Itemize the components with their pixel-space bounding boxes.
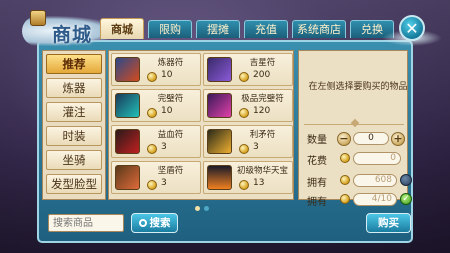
coin-icon xyxy=(147,72,157,82)
quantity-label: 数量 xyxy=(307,135,327,146)
item-name: 炼器符 xyxy=(157,58,184,68)
coin-icon xyxy=(147,180,157,190)
search-button[interactable]: 搜索 xyxy=(131,213,178,233)
item-slot[interactable]: 炼器符 10 xyxy=(111,53,201,86)
talisman-icon xyxy=(207,129,232,154)
own-label: 拥有 xyxy=(307,178,327,189)
own-label: 拥有 xyxy=(307,197,327,208)
category-mount[interactable]: 坐骑 xyxy=(46,150,102,170)
item-slot[interactable]: 益血符 3 xyxy=(111,125,201,158)
page-dot-active[interactable] xyxy=(195,206,200,211)
owned-count-field: 4/10 xyxy=(353,193,397,206)
category-hair-face[interactable]: 发型脸型 xyxy=(46,174,102,194)
item-price: 200 xyxy=(253,70,271,80)
item-price: 10 xyxy=(161,70,173,80)
coin-icon xyxy=(340,153,350,163)
increase-button[interactable]: + xyxy=(391,132,405,146)
coin-icon xyxy=(239,144,249,154)
item-name: 初级物华天宝 xyxy=(236,166,288,176)
coin-icon xyxy=(340,175,350,185)
item-name: 吉星符 xyxy=(249,58,276,68)
coin-icon xyxy=(239,180,249,190)
page-title: 商城 xyxy=(52,24,93,46)
category-fashion[interactable]: 时装 xyxy=(46,126,102,146)
item-name: 利矛符 xyxy=(249,130,276,140)
item-price: 10 xyxy=(161,106,173,116)
item-price: 120 xyxy=(253,106,271,116)
item-price: 3 xyxy=(161,142,167,152)
item-slot[interactable]: 初级物华天宝 13 xyxy=(203,161,293,194)
talisman-icon xyxy=(207,93,232,118)
coin-icon xyxy=(147,108,157,118)
coin-icon xyxy=(340,194,350,204)
item-slot[interactable]: 坚盾符 3 xyxy=(111,161,201,194)
item-name: 完璧符 xyxy=(157,94,184,104)
category-infuse[interactable]: 灌注 xyxy=(46,102,102,122)
decrease-button[interactable]: − xyxy=(337,132,351,146)
tab-limited[interactable]: 限购 xyxy=(148,20,192,38)
coin-icon xyxy=(147,144,157,154)
close-button[interactable]: ✕ xyxy=(399,15,425,41)
owned-currency-field: 608 xyxy=(353,174,397,187)
item-price: 3 xyxy=(161,178,167,188)
item-slot[interactable]: 利矛符 3 xyxy=(203,125,293,158)
quantity-field[interactable]: 0 xyxy=(353,132,389,145)
item-price: 3 xyxy=(253,142,259,152)
buy-button[interactable]: 购买 xyxy=(366,213,411,233)
talisman-icon xyxy=(115,129,140,154)
item-name: 极品完璧符 xyxy=(241,94,284,104)
search-icon xyxy=(138,219,147,227)
talisman-icon xyxy=(207,57,232,82)
crest-icon xyxy=(30,10,46,26)
category-refine[interactable]: 炼器 xyxy=(46,78,102,98)
currency-status-icon xyxy=(400,174,412,186)
talisman-icon xyxy=(115,93,140,118)
tab-recharge[interactable]: 充值 xyxy=(244,20,288,38)
item-name: 坚盾符 xyxy=(157,166,184,176)
category-list: 推荐 炼器 灌注 时装 坐骑 发型脸型 xyxy=(42,50,106,200)
close-icon: ✕ xyxy=(405,19,419,38)
selection-hint: 在左侧选择要购买的物品 xyxy=(308,82,408,92)
item-price: 13 xyxy=(253,178,265,188)
category-recommended[interactable]: 推荐 xyxy=(46,54,102,74)
tab-system-store[interactable]: 系统商店 xyxy=(292,20,346,38)
page-dot[interactable] xyxy=(204,206,209,211)
coin-icon xyxy=(239,72,249,82)
coin-icon xyxy=(239,108,249,118)
cost-field: 0 xyxy=(353,152,401,165)
talisman-icon xyxy=(115,57,140,82)
talisman-icon xyxy=(115,165,140,190)
search-button-label: 搜索 xyxy=(149,217,171,229)
tab-stall[interactable]: 摆摊 xyxy=(196,20,240,38)
item-slot[interactable]: 极品完璧符 120 xyxy=(203,89,293,122)
item-grid: 炼器符 10 吉星符 200 完璧符 10 极品完璧符 120 益血符 3 利矛… xyxy=(108,50,294,200)
item-slot[interactable]: 吉星符 200 xyxy=(203,53,293,86)
cost-label: 花费 xyxy=(307,156,327,167)
item-slot[interactable]: 完璧符 10 xyxy=(111,89,201,122)
item-name: 益血符 xyxy=(157,130,184,140)
treasure-icon xyxy=(207,165,232,190)
tab-bar: 商城 限购 摆摊 充值 系统商店 兑换 xyxy=(100,18,400,40)
search-input[interactable] xyxy=(48,214,124,232)
tab-shop[interactable]: 商城 xyxy=(100,18,144,39)
check-icon: ✓ xyxy=(400,193,412,205)
